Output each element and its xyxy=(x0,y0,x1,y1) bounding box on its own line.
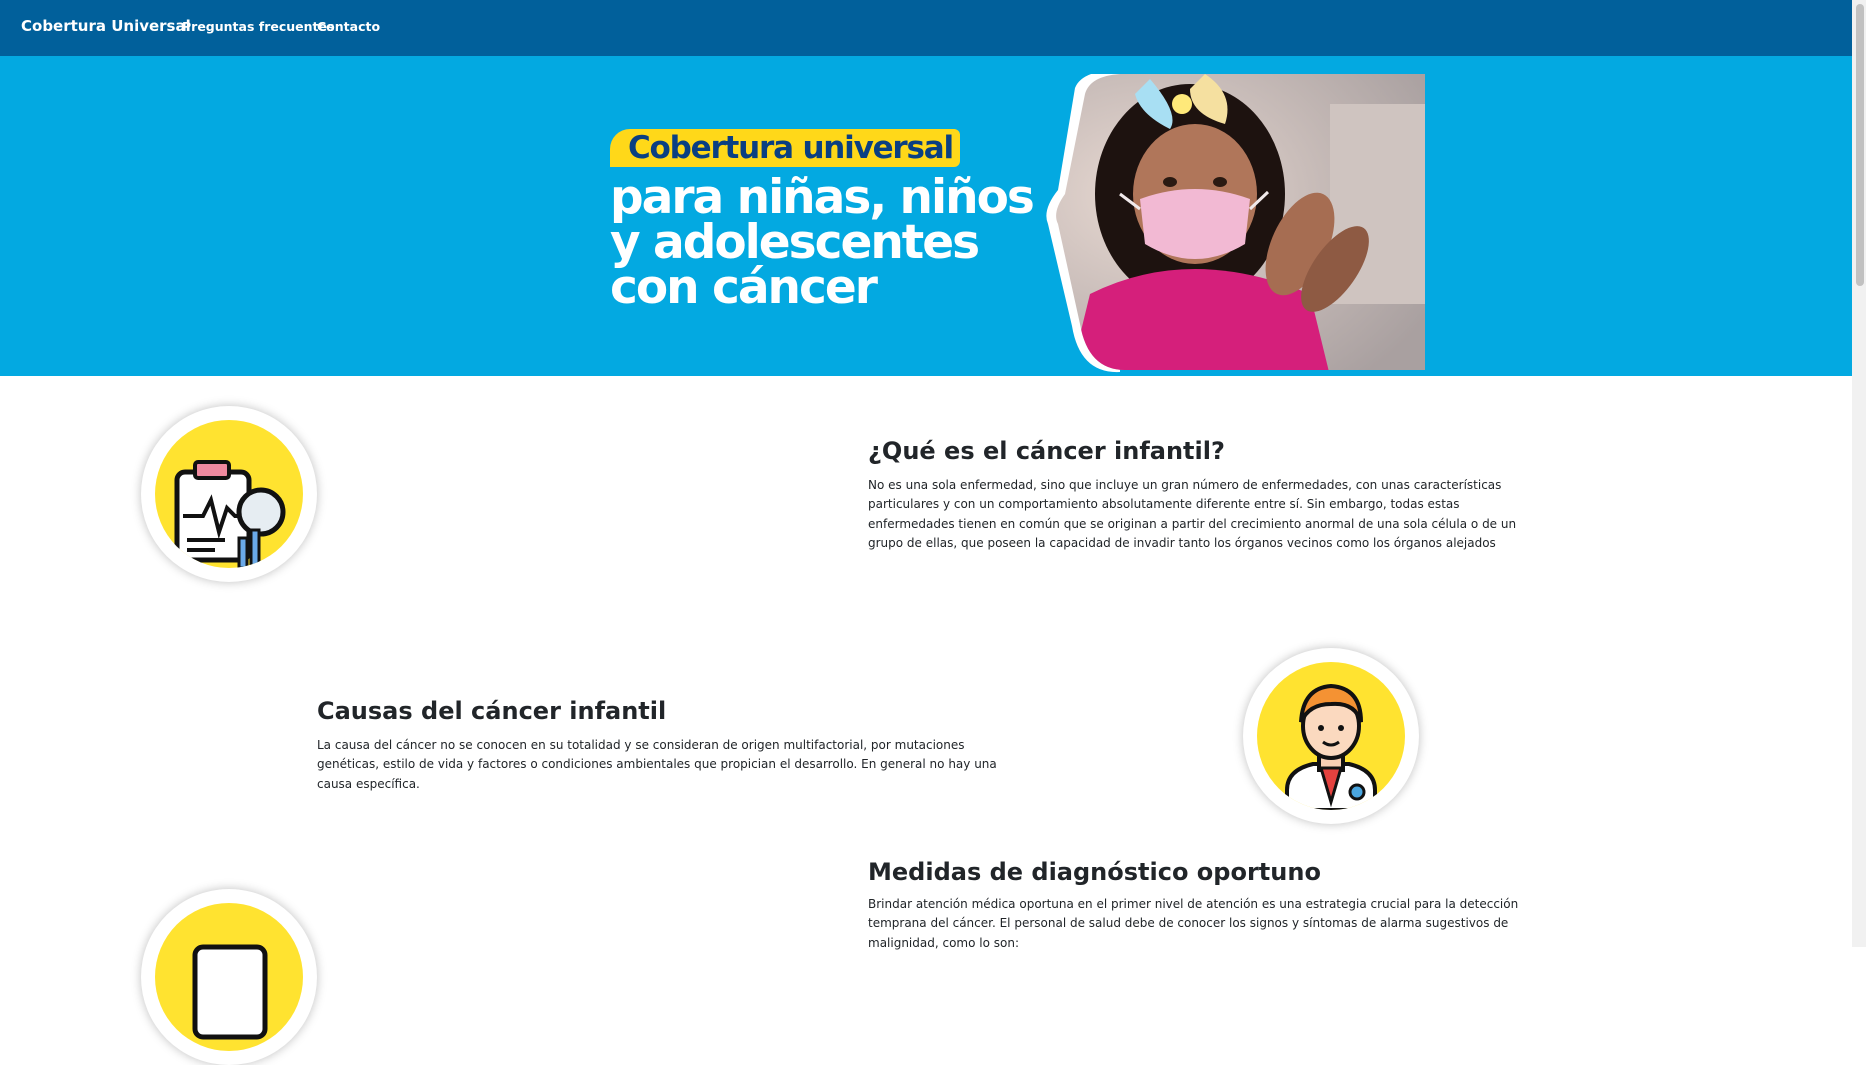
section-text-diagnosis: Brindar atención médica oportuna en el p… xyxy=(868,897,1519,950)
medical-report-icon xyxy=(141,406,317,582)
section-title-diagnosis: Medidas de diagnóstico oportuno xyxy=(868,858,1321,886)
hero-banner: Cobertura universal para niñas, niños y … xyxy=(0,56,1852,376)
nav-link-contact[interactable]: Contacto xyxy=(317,19,380,34)
hero-title-line-2: y adolescentes xyxy=(610,215,980,270)
scrollbar-thumb[interactable] xyxy=(1856,4,1864,286)
page-scrollbar[interactable] xyxy=(1852,0,1866,947)
section-title-what-is: ¿Qué es el cáncer infantil? xyxy=(868,437,1225,465)
hero-title-line-3: con cáncer xyxy=(610,260,878,315)
section-text-causes: La causa del cáncer no se conocen en su … xyxy=(317,738,997,791)
hero-title-line-1: para niñas, niños xyxy=(610,170,1035,225)
brand-link[interactable]: Cobertura Universal xyxy=(21,17,191,35)
clipboard-icon xyxy=(141,889,317,1065)
hero-kicker: Cobertura universal xyxy=(628,130,954,166)
section-title-causes: Causas del cáncer infantil xyxy=(317,697,667,725)
doctor-icon xyxy=(1243,648,1419,824)
navbar: Cobertura Universal Preguntas frecuentes… xyxy=(0,0,1852,56)
hero-photo xyxy=(1046,74,1426,373)
nav-link-faq[interactable]: Preguntas frecuentes xyxy=(182,19,334,34)
section-text-what-is: No es una sola enfermedad, sino que incl… xyxy=(868,478,1517,550)
